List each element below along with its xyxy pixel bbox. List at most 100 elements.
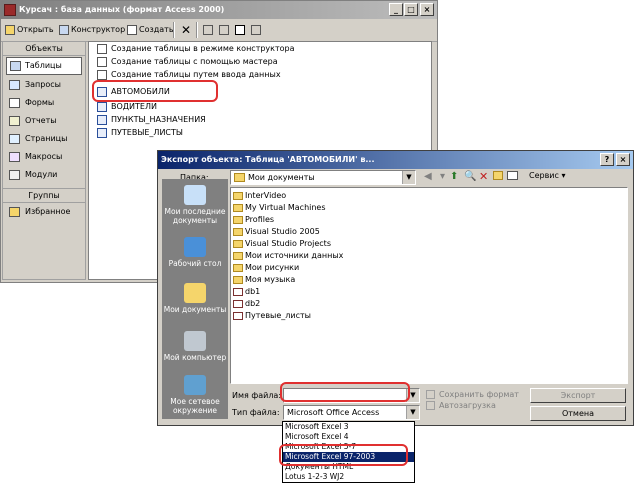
folder-item[interactable]: Моя музыка <box>233 274 295 286</box>
table-icon <box>97 115 107 125</box>
maximize-button[interactable]: □ <box>404 3 418 16</box>
views-icon[interactable] <box>507 171 518 180</box>
delete-icon[interactable]: ✕ <box>479 170 488 183</box>
folder-item[interactable]: Мои рисунки <box>233 262 299 274</box>
back-icon[interactable]: ◀ <box>424 171 432 182</box>
access-file-icon <box>233 288 243 296</box>
create-button[interactable]: Создать <box>127 23 174 37</box>
folder-item[interactable]: My Virtual Machines <box>233 202 326 214</box>
list-item-create-design[interactable]: Создание таблицы в режиме конструктора <box>97 43 295 55</box>
access-file-icon <box>233 300 243 308</box>
place-network[interactable]: Мое сетевое окружение <box>162 375 228 415</box>
folder-item[interactable]: InterVideo <box>233 190 286 202</box>
group-favorites[interactable]: Избранное <box>3 203 85 221</box>
objects-header[interactable]: Объекты <box>3 42 85 56</box>
network-icon <box>184 375 206 395</box>
my-computer-icon <box>184 331 206 351</box>
file-item[interactable]: Путевые_листы <box>233 310 311 322</box>
table-voditeli[interactable]: ВОДИТЕЛИ <box>97 101 157 113</box>
places-bar: Мои последние документы Рабочий стол Мои… <box>162 179 228 419</box>
up-folder-icon[interactable]: ⬆ <box>450 171 458 182</box>
highlight-excel-option <box>279 444 408 466</box>
chevron-down-icon[interactable]: ▼ <box>406 406 419 419</box>
open-button[interactable]: Открыть <box>5 23 54 37</box>
folder-item[interactable]: Profiles <box>233 214 274 226</box>
highlight-filename <box>280 382 410 402</box>
details-view-icon[interactable] <box>251 23 263 37</box>
object-tables[interactable]: Таблицы <box>6 57 82 75</box>
export-button[interactable]: Экспорт <box>530 388 626 403</box>
forms-icon <box>9 98 20 108</box>
modules-icon <box>9 170 20 180</box>
recent-documents-icon <box>184 185 206 205</box>
folder-item[interactable]: Visual Studio 2005 <box>233 226 320 238</box>
place-recent[interactable]: Мои последние документы <box>162 185 228 225</box>
object-pages[interactable]: Страницы <box>3 130 85 148</box>
help-button[interactable]: ? <box>600 153 614 166</box>
db-toolbar: Открыть Конструктор Создать ✕ <box>1 19 437 42</box>
filetype-option[interactable]: Lotus 1-2-3 WJ2 <box>283 472 414 482</box>
object-macros[interactable]: Макросы <box>3 148 85 166</box>
db-window-title: Курсач : база данных (формат Access 2000… <box>19 5 225 14</box>
table-punkty[interactable]: ПУНКТЫ_НАЗНАЧЕНИЯ <box>97 114 206 126</box>
save-format-checkbox[interactable]: Сохранить формат <box>426 390 519 400</box>
folder-icon <box>233 192 243 200</box>
list-item-create-wizard[interactable]: Создание таблицы с помощью мастера <box>97 56 278 68</box>
file-list: InterVideo My Virtual Machines Profiles … <box>230 187 628 384</box>
pages-icon <box>9 134 20 144</box>
filename-label: Имя файла: <box>232 391 282 400</box>
data-entry-icon <box>97 70 107 80</box>
object-reports[interactable]: Отчеты <box>3 112 85 130</box>
filetype-option[interactable]: Microsoft Excel 3 <box>283 422 414 432</box>
autostart-checkbox[interactable]: Автозагрузка <box>426 401 496 411</box>
place-desktop[interactable]: Рабочий стол <box>162 237 228 268</box>
export-titlebar[interactable]: Экспорт объекта: Таблица 'АВТОМОБИЛИ' в.… <box>158 151 633 169</box>
access-file-icon <box>233 312 243 320</box>
design-icon <box>59 24 69 35</box>
table-icon <box>97 128 107 138</box>
queries-icon <box>9 80 20 90</box>
objects-panel: Объекты Таблицы Запросы Формы Отчеты Стр… <box>2 41 86 280</box>
open-icon <box>5 24 15 35</box>
folder-icon <box>233 204 243 212</box>
reports-icon <box>9 116 20 126</box>
close-button[interactable]: × <box>420 3 434 16</box>
search-web-icon[interactable]: 🔍 <box>464 171 476 182</box>
back-dropdown-icon[interactable]: ▾ <box>440 171 445 182</box>
tools-menu[interactable]: Сервис ▾ <box>529 171 565 180</box>
design-wizard-icon <box>97 44 107 54</box>
db-titlebar[interactable]: Курсач : база данных (формат Access 2000… <box>1 1 437 19</box>
new-folder-icon[interactable] <box>493 171 503 180</box>
create-icon <box>127 24 137 35</box>
large-icons-icon[interactable] <box>203 23 215 37</box>
file-item[interactable]: db1 <box>233 286 260 298</box>
folder-icon <box>233 228 243 236</box>
small-icons-icon[interactable] <box>219 23 231 37</box>
object-modules[interactable]: Модули <box>3 166 85 184</box>
design-button[interactable]: Конструктор <box>59 23 125 37</box>
folder-icon <box>233 264 243 272</box>
cancel-button[interactable]: Отмена <box>530 406 626 421</box>
desktop-icon <box>184 237 206 257</box>
place-my-documents[interactable]: Мои документы <box>162 283 228 314</box>
filetype-select[interactable]: Microsoft Office Access ▼ <box>283 405 420 420</box>
table-putevye-listy[interactable]: ПУТЕВЫЕ_ЛИСТЫ <box>97 127 183 139</box>
object-queries[interactable]: Запросы <box>3 76 85 94</box>
dialog-close-button[interactable]: × <box>616 153 630 166</box>
minimize-button[interactable]: _ <box>389 3 403 16</box>
object-forms[interactable]: Формы <box>3 94 85 112</box>
folder-select[interactable]: Мои документы ▼ <box>230 170 416 185</box>
macros-icon <box>9 152 20 162</box>
groups-header[interactable]: Группы <box>3 188 85 203</box>
place-my-computer[interactable]: Мой компьютер <box>162 331 228 362</box>
folder-item[interactable]: Мои источники данных <box>233 250 343 262</box>
wizard-icon <box>97 57 107 67</box>
list-view-icon[interactable] <box>235 23 247 37</box>
folder-item[interactable]: Visual Studio Projects <box>233 238 331 250</box>
folder-icon <box>234 173 245 182</box>
my-documents-icon <box>184 283 206 303</box>
chevron-down-icon[interactable]: ▼ <box>402 171 415 184</box>
file-item[interactable]: db2 <box>233 298 260 310</box>
filetype-option[interactable]: Microsoft Excel 4 <box>283 432 414 442</box>
delete-icon[interactable]: ✕ <box>181 23 191 37</box>
